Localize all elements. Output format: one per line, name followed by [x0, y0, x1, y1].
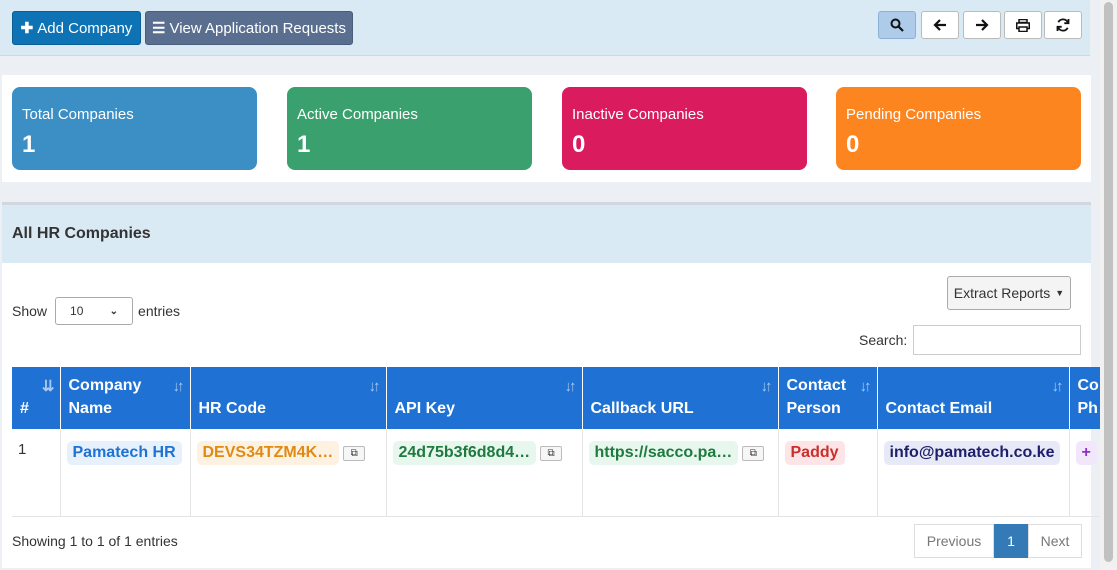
sort-icon: ↓↑: [564, 378, 577, 395]
add-company-button[interactable]: ✚ Add Company: [12, 11, 141, 45]
contact-email-badge: info@pamatech.co.ke: [883, 441, 1061, 465]
stat-label: Total Companies: [22, 106, 134, 123]
show-label: Show: [12, 303, 48, 319]
column-header-api-key[interactable]: ↓↑ API Key: [386, 367, 583, 429]
search-icon: [890, 18, 904, 32]
contact-person-badge: Paddy: [784, 441, 845, 465]
hr-code-badge: DEVS34TZM4K…: [196, 441, 340, 465]
sort-icon: ↓↑: [172, 378, 185, 395]
callback-url-badge: https://sacco.pa…: [588, 441, 739, 465]
cell-contact-email: info@pamatech.co.ke: [877, 429, 1070, 517]
table-row: 1 Pamatech HR DEVS34TZM4K… ⧉ 24d75b3f6d8d…: [12, 429, 1113, 517]
cell-contact-person: Paddy: [778, 429, 878, 517]
column-header-index[interactable]: ⇊ #: [12, 367, 61, 429]
panel-title: All HR Companies: [2, 205, 1091, 263]
contact-phone-badge: +: [1075, 441, 1097, 465]
refresh-button[interactable]: [1044, 11, 1082, 39]
vertical-scrollbar[interactable]: [1100, 0, 1117, 570]
top-toolbar: ✚ Add Company ☰ View Application Request…: [0, 0, 1090, 56]
copy-icon[interactable]: ⧉: [742, 445, 765, 461]
column-header-contact-email[interactable]: ↓↑ Contact Email: [877, 367, 1070, 429]
back-button[interactable]: [921, 11, 959, 39]
previous-page-button[interactable]: Previous: [914, 524, 994, 558]
add-company-label: Add Company: [37, 19, 133, 37]
search-label: Search:: [859, 332, 908, 348]
sort-icon: ↓↑: [1051, 378, 1064, 395]
stat-label: Inactive Companies: [572, 106, 704, 123]
print-button[interactable]: [1004, 11, 1042, 39]
entries-label: entries: [138, 303, 181, 319]
column-header-hr-code[interactable]: ↓↑ HR Code: [190, 367, 387, 429]
stat-value: 0: [846, 131, 860, 158]
column-header-callback-url[interactable]: ↓↑ Callback URL: [582, 367, 779, 429]
copy-icon[interactable]: ⧉: [540, 445, 563, 461]
extract-reports-button[interactable]: Extract Reports ▼: [947, 276, 1071, 310]
stat-label: Active Companies: [297, 106, 418, 123]
next-page-button[interactable]: Next: [1028, 524, 1082, 558]
companies-table: ⇊ # ↓↑ Company Name ↓↑ HR Code ↓↑ API Key ↓↑…: [12, 367, 1113, 517]
stat-value: 1: [297, 131, 311, 158]
cell-api-key: 24d75b3f6d8d4… ⧉: [386, 429, 583, 517]
stat-pending-companies: Pending Companies 0: [836, 87, 1081, 170]
stat-inactive-companies: Inactive Companies 0: [562, 87, 807, 170]
view-requests-label: View Application Requests: [169, 19, 346, 37]
scrollbar-thumb[interactable]: [1104, 2, 1113, 562]
print-icon: [1016, 18, 1030, 32]
stat-label: Pending Companies: [846, 106, 982, 123]
list-icon: ☰: [152, 20, 166, 37]
companies-panel: All HR Companies Extract Reports ▼ Show …: [2, 202, 1113, 568]
page-length-value: 10: [70, 304, 84, 318]
sort-icon: ↓↑: [760, 378, 773, 395]
refresh-icon: [1056, 18, 1070, 32]
pagination: Previous 1 Next: [914, 524, 1082, 558]
arrow-right-icon: [976, 19, 989, 31]
column-header-company-name[interactable]: ↓↑ Company Name: [60, 367, 191, 429]
column-header-contact-person[interactable]: ↓↑ Contact Person: [778, 367, 878, 429]
view-application-requests-button[interactable]: ☰ View Application Requests: [145, 11, 353, 45]
stat-value: 1: [22, 131, 36, 158]
plus-icon: ✚: [20, 20, 34, 37]
stat-value: 0: [572, 131, 586, 158]
stats-panel: Total Companies 1 Active Companies 1 Ina…: [2, 75, 1091, 182]
cell-hr-code: DEVS34TZM4K… ⧉: [190, 429, 387, 517]
stat-total-companies: Total Companies 1: [12, 87, 257, 170]
search-control: Search:: [859, 325, 1082, 355]
search-input[interactable]: [913, 325, 1082, 355]
cell-index: 1: [12, 429, 61, 517]
sort-icon: ↓↑: [368, 378, 381, 395]
arrow-left-icon: [933, 19, 946, 31]
sort-icon: ↓↑: [859, 378, 872, 395]
api-key-badge: 24d75b3f6d8d4…: [392, 441, 537, 465]
extract-reports-label: Extract Reports: [953, 285, 1051, 301]
page-length-control: Show 10 ⌄ entries: [12, 297, 180, 325]
copy-icon[interactable]: ⧉: [343, 445, 366, 461]
company-name-badge: Pamatech HR: [66, 441, 182, 465]
cell-company: Pamatech HR: [60, 429, 191, 517]
sort-icon: ⇊: [41, 378, 54, 395]
search-toggle-button[interactable]: [878, 11, 916, 39]
stat-active-companies: Active Companies 1: [287, 87, 532, 170]
caret-down-icon: ▼: [1055, 288, 1065, 298]
cell-callback-url: https://sacco.pa… ⧉: [582, 429, 779, 517]
table-info: Showing 1 to 1 of 1 entries: [12, 533, 178, 549]
table-header-row: ⇊ # ↓↑ Company Name ↓↑ HR Code ↓↑ API Key ↓↑…: [12, 367, 1113, 429]
page-1-button[interactable]: 1: [994, 524, 1028, 558]
page-length-select[interactable]: 10 ⌄: [55, 297, 134, 325]
forward-button[interactable]: [963, 11, 1001, 39]
chevron-down-icon: ⌄: [109, 305, 119, 317]
